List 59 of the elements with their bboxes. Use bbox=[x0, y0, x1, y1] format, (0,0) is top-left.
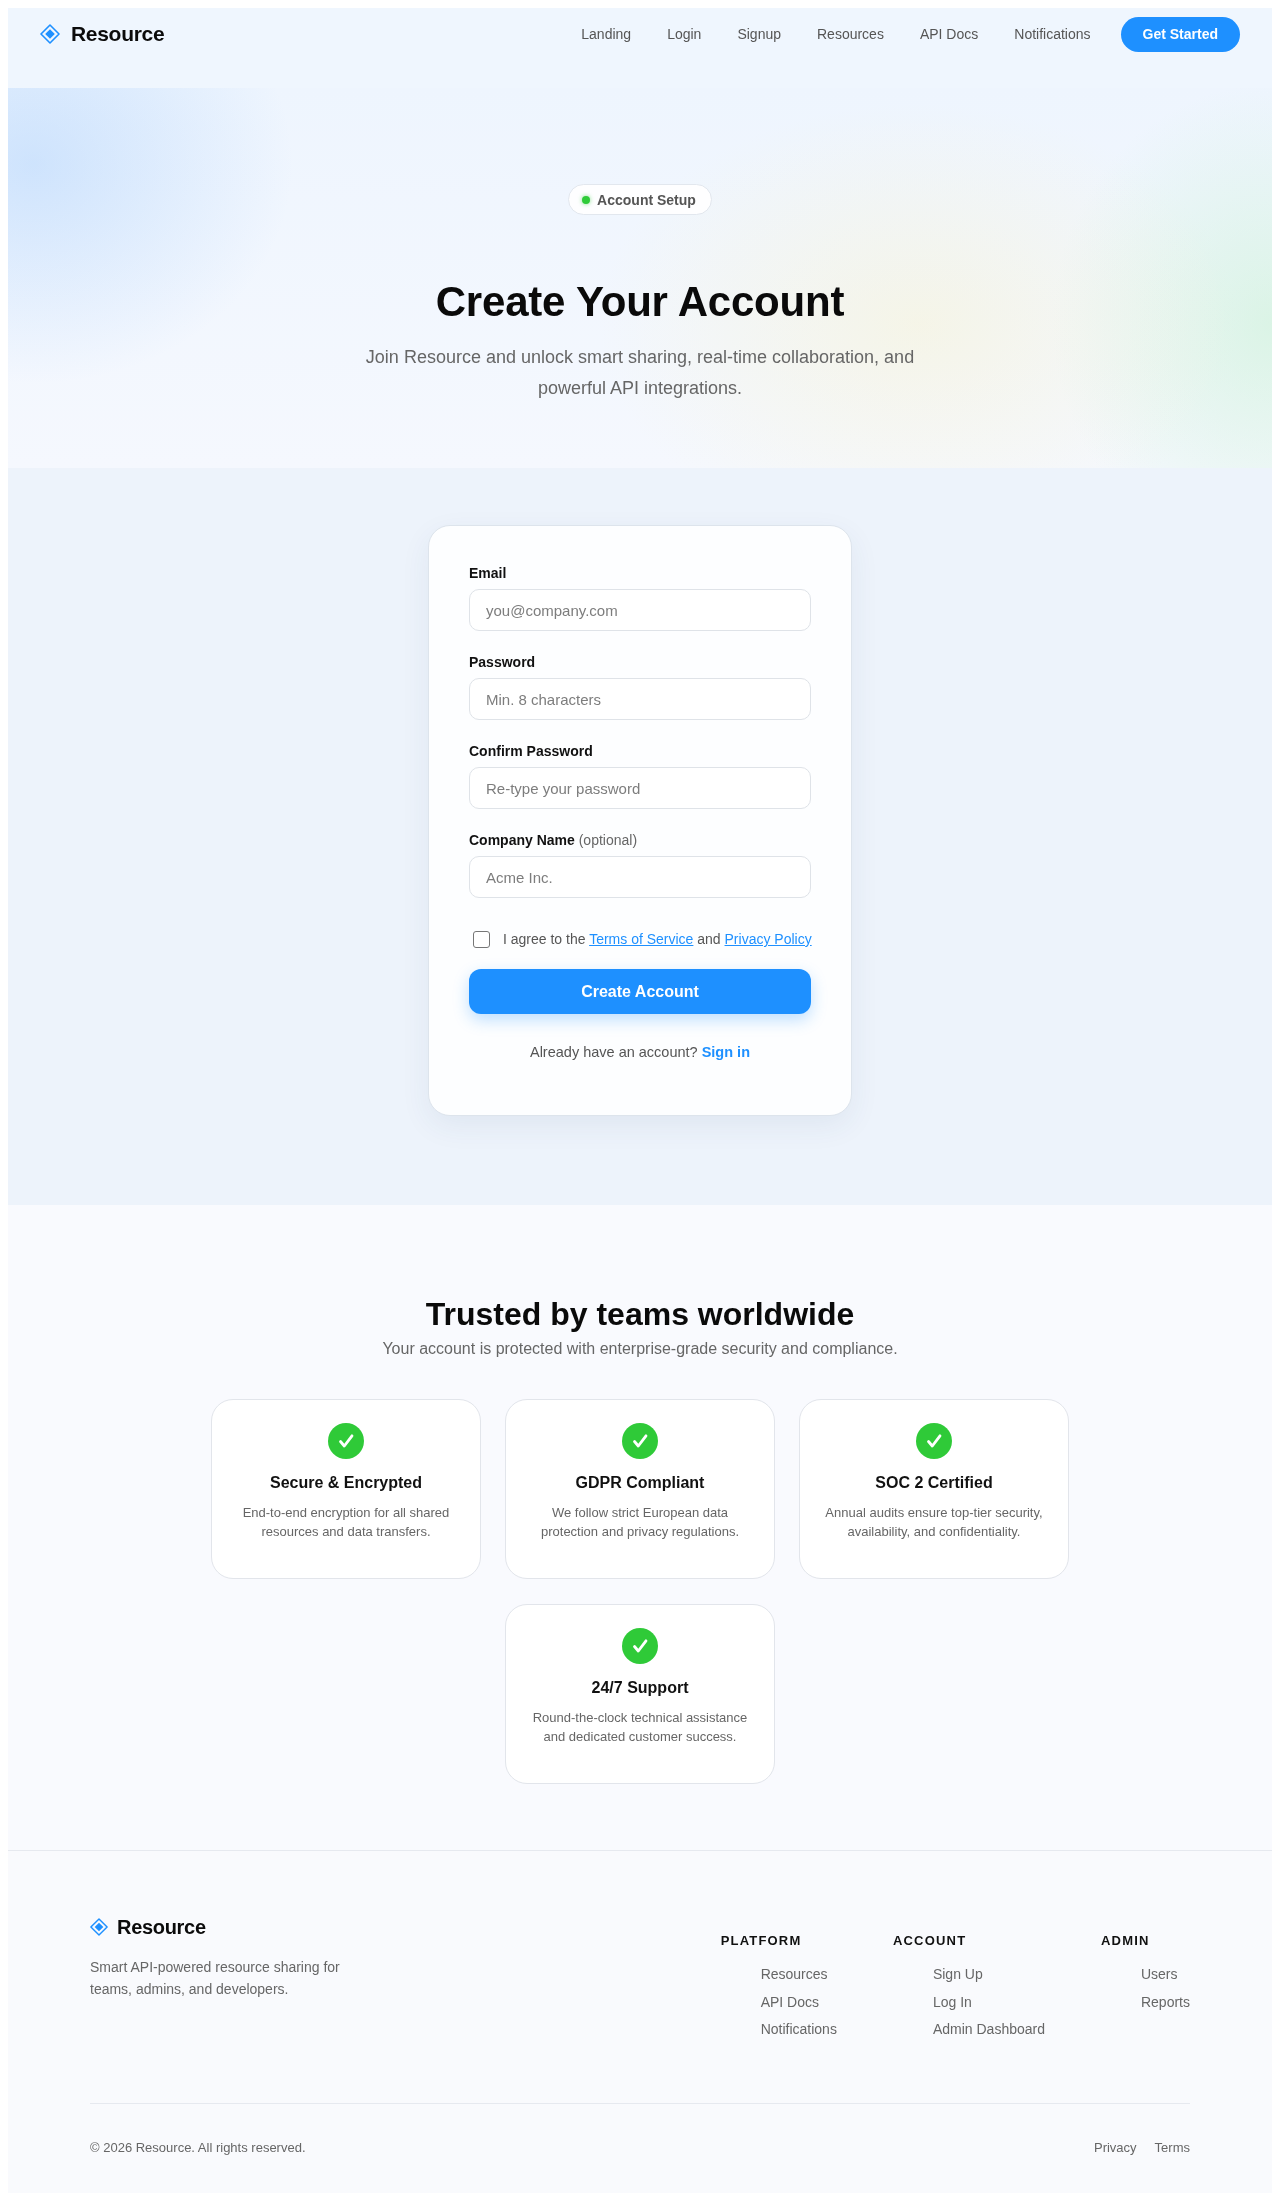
footer-heading: ACCOUNT bbox=[892, 1933, 968, 1949]
nav-link[interactable]: Signup bbox=[737, 25, 781, 43]
nav-link[interactable]: API Docs bbox=[919, 25, 979, 43]
copyright-text: © 2026 Resource. All rights reserved. bbox=[90, 2140, 306, 2156]
section-title: Trusted by teams worldwide bbox=[425, 1295, 855, 1333]
signin-link[interactable]: Sign in bbox=[701, 1044, 750, 1060]
nav-link[interactable]: Notifications bbox=[1014, 25, 1091, 43]
create-account-button[interactable]: Create Account bbox=[469, 969, 811, 1014]
status-dot-icon bbox=[582, 195, 591, 204]
footer-brand-name: Resource bbox=[117, 1915, 206, 1939]
field-label: Confirm Password bbox=[469, 742, 594, 760]
footer-link[interactable]: Reports bbox=[1140, 1993, 1190, 2010]
feature-title: Secure & Encrypted bbox=[269, 1473, 423, 1492]
check-circle-icon bbox=[622, 1628, 658, 1664]
field-label: Email bbox=[469, 564, 508, 582]
footer-link[interactable]: Resources bbox=[760, 1966, 828, 1982]
page-title: Create Your Account bbox=[435, 277, 845, 327]
feature-title: GDPR Compliant bbox=[575, 1473, 705, 1492]
feature-description: Annual audits ensure top-tier security, availability, and confidentiality. bbox=[824, 1504, 1044, 1541]
signin-prompt: Already have an account? Sign in bbox=[528, 1043, 751, 1062]
terms-link[interactable]: Terms of Service bbox=[589, 931, 694, 947]
footer-tagline: Smart API-powered resource sharing for teams, admins, and developers. bbox=[90, 1958, 341, 1999]
input-field[interactable]: Acme Inc. bbox=[469, 856, 811, 898]
page-subtitle: Join Resource and unlock smart sharing, real-time collaboration, and powerful API integrations. bbox=[364, 346, 916, 400]
feature-title: 24/7 Support bbox=[591, 1678, 689, 1697]
check-circle-icon bbox=[916, 1423, 952, 1459]
section-subtitle: Your account is protected with enterprise-grade security and compliance. bbox=[382, 1339, 898, 1359]
check-circle-icon bbox=[328, 1423, 364, 1459]
brand-name[interactable]: Resource bbox=[71, 22, 165, 46]
diamond-logo-icon bbox=[90, 1918, 108, 1936]
feature-description: End-to-end encryption for all shared resources and data transfers. bbox=[241, 1504, 451, 1541]
feature-description: Round-the-clock technical assistance and dedicated customer success. bbox=[531, 1709, 749, 1746]
nav-link[interactable]: Resources bbox=[817, 25, 884, 43]
input-field[interactable]: Re-type your password bbox=[469, 767, 811, 809]
get-started-button[interactable]: Get Started bbox=[1120, 16, 1240, 52]
footer-link[interactable]: Admin Dashboard bbox=[932, 2021, 1045, 2037]
nav-link[interactable]: Landing bbox=[581, 25, 632, 43]
footer-heading: PLATFORM bbox=[720, 1933, 803, 1949]
footer-link[interactable]: Sign Up bbox=[932, 1966, 983, 1982]
legal-link[interactable]: Privacy bbox=[1094, 2140, 1137, 2156]
footer-link[interactable]: Notifications bbox=[760, 2021, 837, 2037]
legal-link[interactable]: Terms bbox=[1154, 2140, 1190, 2156]
feature-title: SOC 2 Certified bbox=[875, 1473, 993, 1492]
footer-link[interactable]: API Docs bbox=[760, 1993, 819, 2010]
footer-heading: ADMIN bbox=[1100, 1933, 1151, 1949]
feature-description: We follow strict European data protection and privacy regulations. bbox=[540, 1504, 740, 1541]
check-circle-icon bbox=[622, 1423, 658, 1459]
privacy-link[interactable]: Privacy Policy bbox=[724, 931, 812, 947]
diamond-logo-icon bbox=[40, 24, 60, 44]
badge-label: Account Setup bbox=[597, 191, 696, 208]
agreement-text: I agree to the Terms of Service and Privacy Policy bbox=[503, 930, 812, 949]
field-label: Company Name (optional) bbox=[469, 831, 639, 849]
field-label: Password bbox=[469, 653, 537, 671]
agreement-checkbox[interactable] bbox=[473, 930, 490, 948]
nav-link[interactable]: Login bbox=[667, 25, 702, 43]
input-field[interactable]: you@company.com bbox=[469, 589, 811, 631]
input-field[interactable]: Min. 8 characters bbox=[469, 678, 811, 720]
footer-link[interactable]: Log In bbox=[932, 1993, 972, 2010]
footer-link[interactable]: Users bbox=[1140, 1966, 1178, 1982]
